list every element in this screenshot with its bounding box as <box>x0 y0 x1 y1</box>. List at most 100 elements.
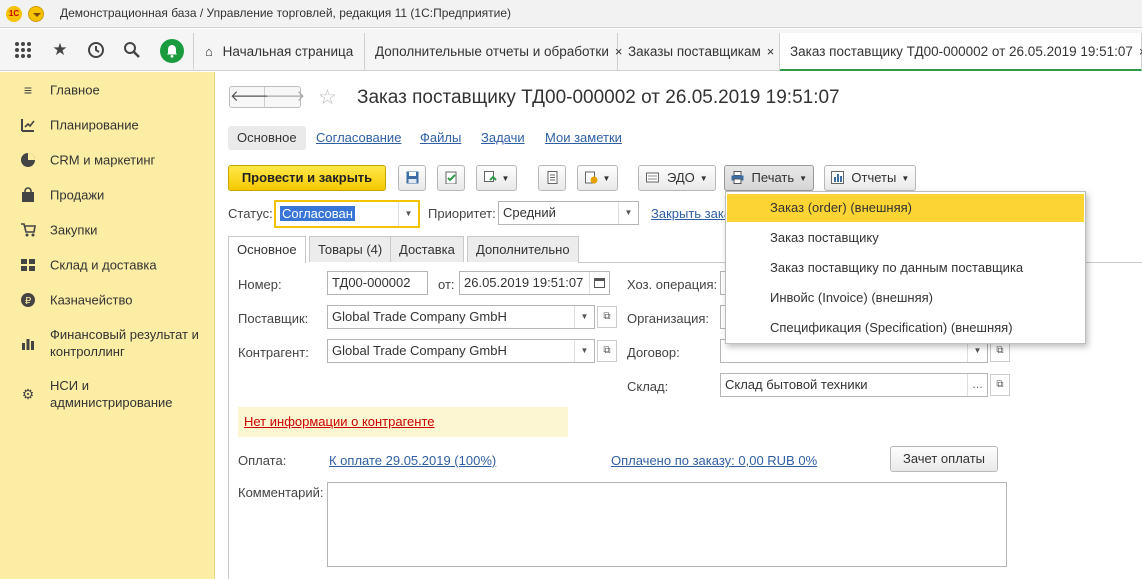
sidebar-item-planning[interactable]: Планирование <box>0 108 214 142</box>
sidebar-item-finance[interactable]: Финансовый результат и контроллинг <box>0 323 214 363</box>
open-icon[interactable]: ⧉ <box>597 340 617 362</box>
form-tab-additional[interactable]: Дополнительно <box>467 236 579 262</box>
form-tab-delivery[interactable]: Доставка <box>390 236 464 262</box>
back-button[interactable]: 🡐 <box>230 87 270 107</box>
print-menu-item-invoice[interactable]: Инвойс (Invoice) (внешняя) <box>727 284 1084 312</box>
sidebar-item-purchases[interactable]: Закупки <box>0 213 214 247</box>
open-icon[interactable]: ⧉ <box>990 374 1010 396</box>
form-tab-goods[interactable]: Товары (4) <box>309 236 392 262</box>
post-button[interactable] <box>437 165 465 191</box>
toolbar-divider <box>193 33 194 69</box>
star-icon[interactable]: ★ <box>50 40 70 60</box>
page-title: Заказ поставщику ТД00-000002 от 26.05.20… <box>357 87 840 108</box>
chevron-down-icon[interactable]: ▼ <box>574 340 594 362</box>
reports-label: Отчеты <box>851 170 897 185</box>
print-menu-item-supplier-data-order[interactable]: Заказ поставщику по данным поставщика <box>727 254 1084 282</box>
comment-textarea[interactable] <box>327 482 1007 567</box>
sidebar-item-label: CRM и маркетинг <box>50 152 156 168</box>
main-menu-dropdown-icon[interactable] <box>28 6 44 22</box>
priority-select[interactable]: Средний ▼ <box>498 201 639 225</box>
subtab-approval[interactable]: Согласование <box>316 126 401 150</box>
date-label: от: <box>438 277 455 292</box>
supplier-field[interactable]: Global Trade Company GmbH ▼ <box>327 305 595 329</box>
sidebar-item-crm[interactable]: CRM и маркетинг <box>0 143 214 177</box>
paid-amount-link[interactable]: Оплачено по заказу: 0,00 RUB 0% <box>611 453 817 468</box>
number-field[interactable]: ТД00-000002 <box>327 271 428 295</box>
save-icon <box>406 168 419 184</box>
create-based-on-button[interactable]: ▼ <box>476 165 517 191</box>
save-button[interactable] <box>398 165 426 191</box>
printer-icon <box>731 168 744 184</box>
warning-link[interactable]: Нет информации о контрагенте <box>244 414 435 429</box>
post-and-close-button[interactable]: Провести и закрыть <box>228 165 386 191</box>
subtab-files[interactable]: Файлы <box>420 126 461 150</box>
status-select[interactable]: Согласован ▼ <box>274 200 420 228</box>
sidebar-item-label: Казначейство <box>50 292 133 308</box>
tab-home[interactable]: ⌂ Начальная страница <box>195 33 365 71</box>
tab-supplier-orders[interactable]: Заказы поставщикам × <box>618 33 780 71</box>
tab-current-order[interactable]: Заказ поставщику ТД00-000002 от 26.05.20… <box>780 33 1142 71</box>
select-ellipsis-button[interactable]: … <box>967 374 987 396</box>
chevron-down-icon: ▼ <box>602 174 611 183</box>
sidebar-item-warehouse[interactable]: Склад и доставка <box>0 248 214 282</box>
sidebar-item-admin[interactable]: ⚙ НСИ и администрирование <box>0 374 214 414</box>
sidebar-item-label: Склад и доставка <box>50 257 157 273</box>
warehouse-value: Склад бытовой техники <box>725 377 868 392</box>
structure-button[interactable] <box>538 165 566 191</box>
date-field[interactable]: 26.05.2019 19:51:07 <box>459 271 610 295</box>
warehouse-field[interactable]: Склад бытовой техники … <box>720 373 988 397</box>
history-icon[interactable] <box>86 40 106 60</box>
sidebar-item-sales[interactable]: Продажи <box>0 178 214 212</box>
search-icon[interactable] <box>122 40 142 60</box>
edo-button[interactable]: ЭДО ▼ <box>638 165 716 191</box>
print-menu-item-supplier-order[interactable]: Заказ поставщику <box>727 224 1084 252</box>
favorite-star-icon[interactable]: ☆ <box>318 85 337 110</box>
supplier-value: Global Trade Company GmbH <box>332 309 507 324</box>
counterparty-warning: Нет информации о контрагенте <box>238 407 568 437</box>
sidebar-item-label: Планирование <box>50 117 139 133</box>
counterparty-field[interactable]: Global Trade Company GmbH ▼ <box>327 339 595 363</box>
print-button[interactable]: Печать ▼ <box>724 165 814 191</box>
chevron-down-icon[interactable]: ▼ <box>574 306 594 328</box>
sidebar-item-main[interactable]: ≡ Главное <box>0 73 214 107</box>
priority-label: Приоритет: <box>428 206 496 221</box>
document-list-icon <box>546 168 559 184</box>
chevron-down-icon[interactable]: ▼ <box>618 202 638 224</box>
sidebar-item-label: Закупки <box>50 222 98 238</box>
tab-label: Дополнительные отчеты и обработки <box>375 44 609 59</box>
pie-chart-icon <box>20 152 36 168</box>
print-menu-item-order-external[interactable]: Заказ (order) (внешняя) <box>727 194 1084 222</box>
forward-button[interactable]: 🡒 <box>265 87 305 107</box>
history-nav: 🡐 🡒 <box>229 86 305 108</box>
subtab-notes[interactable]: Мои заметки <box>545 126 622 150</box>
reports-button[interactable]: Отчеты ▼ <box>824 165 916 191</box>
sidebar-item-label: НСИ и администрирование <box>50 378 173 410</box>
sidebar-item-label: Продажи <box>50 187 105 203</box>
calendar-icon[interactable] <box>589 272 609 294</box>
sidebar-item-treasury[interactable]: ₽ Казначейство <box>0 283 214 317</box>
attachment-icon <box>584 168 598 184</box>
svg-text:₽: ₽ <box>25 296 32 307</box>
open-icon[interactable]: ⧉ <box>597 306 617 328</box>
print-menu-item-specification[interactable]: Спецификация (Specification) (внешняя) <box>727 314 1084 342</box>
payment-schedule-link[interactable]: К оплате 29.05.2019 (100%) <box>329 453 496 468</box>
priority-value: Средний <box>503 205 556 220</box>
attachments-button[interactable]: ▼ <box>577 165 618 191</box>
chevron-down-icon[interactable]: ▼ <box>398 202 418 226</box>
tab-additional-reports[interactable]: Дополнительные отчеты и обработки × <box>365 33 622 71</box>
bell-icon[interactable] <box>160 39 184 63</box>
chevron-down-icon: ▼ <box>699 174 708 183</box>
home-icon: ⌂ <box>205 44 213 59</box>
subtab-tasks[interactable]: Задачи <box>481 126 525 150</box>
close-icon[interactable]: × <box>767 44 775 59</box>
sidebar-item-label: Финансовый результат и контроллинг <box>50 327 199 359</box>
window-title: Демонстрационная база / Управление торго… <box>60 6 512 20</box>
gear-icon: ⚙ <box>21 386 35 402</box>
close-order-link[interactable]: Закрыть заказ <box>651 206 737 221</box>
warehouse-icon <box>20 257 36 273</box>
apps-grid-icon[interactable] <box>13 40 33 60</box>
form-tab-main[interactable]: Основное <box>228 236 306 263</box>
edo-label: ЭДО <box>666 170 695 185</box>
payment-offset-button[interactable]: Зачет оплаты <box>890 446 998 472</box>
subtab-main[interactable]: Основное <box>228 126 306 150</box>
